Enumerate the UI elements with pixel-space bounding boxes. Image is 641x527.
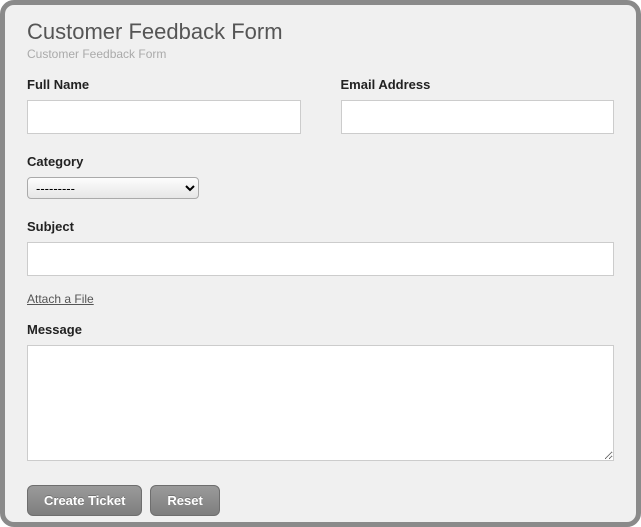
- button-row: Create Ticket Reset: [27, 485, 614, 516]
- reset-button[interactable]: Reset: [150, 485, 219, 516]
- email-field-group: Email Address: [341, 77, 615, 134]
- message-field: Message: [27, 322, 614, 461]
- feedback-form-panel: Customer Feedback Form Customer Feedback…: [0, 0, 641, 527]
- attach-file-link[interactable]: Attach a File: [27, 292, 94, 306]
- subject-label: Subject: [27, 219, 614, 234]
- message-textarea[interactable]: [27, 345, 614, 461]
- subject-input[interactable]: [27, 242, 614, 276]
- category-label: Category: [27, 154, 614, 169]
- form-subtitle: Customer Feedback Form: [27, 47, 614, 61]
- full-name-input[interactable]: [27, 100, 301, 134]
- message-label: Message: [27, 322, 614, 337]
- create-ticket-button[interactable]: Create Ticket: [27, 485, 142, 516]
- full-name-field: Full Name: [27, 77, 301, 134]
- category-field: Category ---------: [27, 154, 614, 199]
- form-title: Customer Feedback Form: [27, 19, 614, 45]
- email-label: Email Address: [341, 77, 615, 92]
- full-name-label: Full Name: [27, 77, 301, 92]
- subject-field: Subject: [27, 219, 614, 276]
- category-select[interactable]: ---------: [27, 177, 199, 199]
- email-input[interactable]: [341, 100, 615, 134]
- name-email-row: Full Name Email Address: [27, 77, 614, 134]
